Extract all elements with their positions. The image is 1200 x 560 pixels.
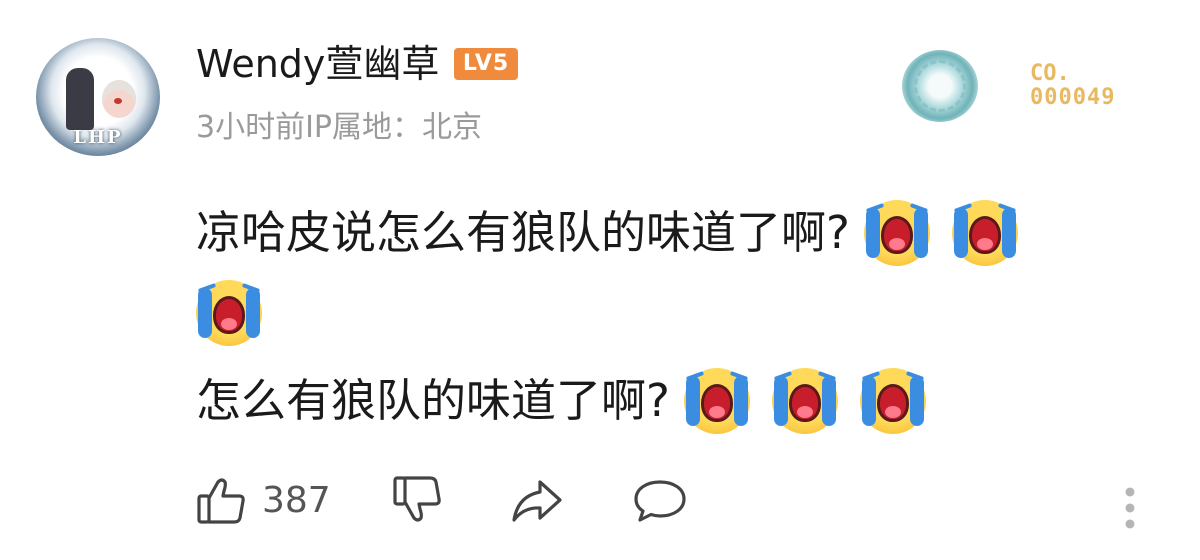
fan-card-number: CO. 000049: [1030, 62, 1115, 110]
crying-face-icon: [863, 200, 930, 266]
comment-icon: [634, 480, 686, 522]
level-badge: LV5: [454, 48, 518, 80]
crying-face-icon: [951, 200, 1018, 266]
like-count: 387: [262, 479, 331, 521]
comment-line: 怎么有狼队的味道了啊?: [196, 368, 926, 434]
comment-line: [196, 280, 262, 346]
like-button[interactable]: 387: [196, 470, 331, 530]
crying-face-icon: [859, 368, 926, 434]
user-avatar[interactable]: LHP: [36, 38, 160, 156]
vertical-dots-icon: [1125, 487, 1135, 529]
dislike-button[interactable]: [392, 470, 444, 530]
fan-badge-ring: [914, 60, 966, 112]
username[interactable]: Wendy萱幽草: [196, 40, 439, 88]
avatar-detail: [114, 98, 122, 104]
comment-text: 凉哈皮说怎么有狼队的味道了啊?: [196, 206, 850, 259]
fan-card-serial: 000049: [1030, 85, 1116, 110]
crying-face-icon: [196, 280, 262, 346]
avatar-logo-text: LHP: [73, 127, 123, 148]
thumbs-down-icon: [393, 476, 441, 522]
comment-text: 怎么有狼队的味道了啊?: [196, 374, 670, 427]
crying-face-icon: [683, 368, 750, 434]
fan-card-prefix: CO.: [1030, 61, 1070, 86]
more-options-button[interactable]: [1122, 478, 1138, 538]
comment-line: 凉哈皮说怎么有狼队的味道了啊?: [196, 200, 1018, 266]
avatar-figure: [66, 68, 94, 130]
reply-button[interactable]: [632, 470, 688, 530]
crying-face-icon: [771, 368, 838, 434]
share-button[interactable]: [510, 470, 564, 530]
comment-actions: 387: [196, 470, 1156, 530]
comment-meta: 3小时前IP属地：北京: [196, 110, 483, 145]
share-icon: [512, 480, 562, 522]
thumbs-up-icon: [197, 478, 245, 524]
